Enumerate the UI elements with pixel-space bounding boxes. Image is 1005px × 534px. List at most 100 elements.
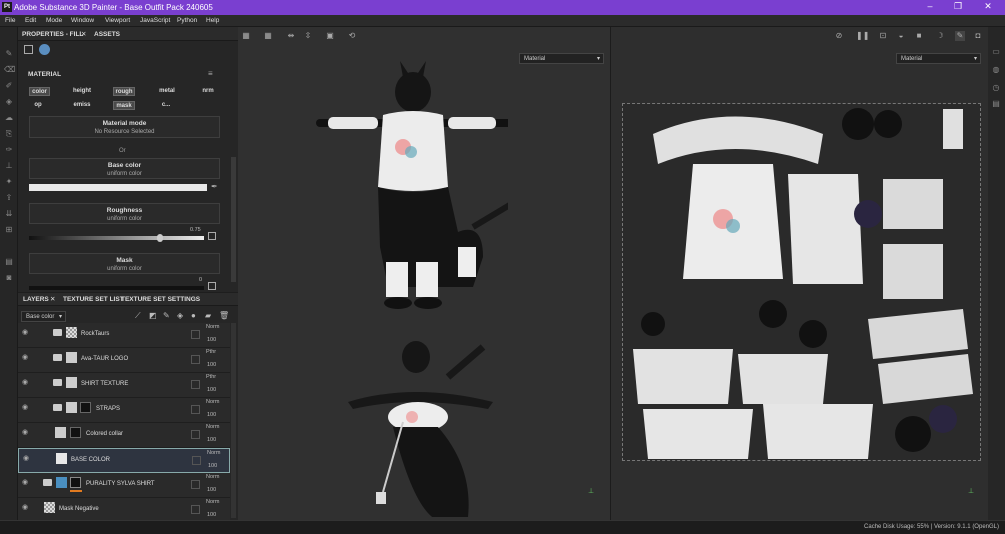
viewport-3d-mode-select[interactable]: Material (519, 53, 604, 64)
layer-mask-slot[interactable] (191, 505, 200, 514)
tab-texture-set-list[interactable]: TEXTURE SET LIST (63, 296, 124, 303)
visibility-eye-icon[interactable]: ◉ (22, 429, 31, 436)
material-icon[interactable]: ⊞ (4, 225, 14, 235)
layer-blend-mode[interactable]: Pthr (206, 349, 216, 355)
grid-icon[interactable]: ▦ (241, 31, 251, 41)
layer-mask-slot[interactable] (191, 380, 200, 389)
layers-scrollbar[interactable] (231, 323, 236, 518)
light-icon[interactable]: ☽ (935, 31, 945, 41)
mask-box[interactable]: Mask uniform color (29, 253, 220, 274)
geometry-fill-icon[interactable]: ◈ (4, 97, 14, 107)
texture-set-icon[interactable]: ▭ (991, 47, 1001, 57)
channel-emiss[interactable]: emiss (70, 101, 94, 110)
grid-menu-icon[interactable]: ▦ (263, 31, 273, 41)
channel-mask[interactable]: mask (113, 101, 135, 110)
mask-mode-icon[interactable] (208, 282, 216, 290)
channel-rough[interactable]: rough (113, 87, 135, 96)
close-button[interactable]: ✕ (978, 1, 998, 12)
menu-viewport[interactable]: Viewport (105, 17, 130, 24)
layer-opacity[interactable]: 100 (207, 437, 216, 443)
history-icon[interactable]: ⟲ (347, 31, 357, 41)
paint-mode-icon[interactable]: ✎ (955, 31, 965, 41)
close-tab-icon[interactable]: ✕ (81, 30, 86, 38)
layer-blend-mode[interactable]: Norm (206, 499, 219, 505)
material-sphere-icon[interactable] (39, 44, 50, 55)
layer-opacity[interactable]: 100 (207, 387, 216, 393)
tab-assets[interactable]: ASSETS (94, 31, 120, 38)
viewport-2d[interactable]: Material ⊥ (610, 27, 988, 520)
layer-row-straps[interactable]: ◉ STRAPS Norm 100 (18, 398, 230, 423)
bake-icon[interactable]: ⇊ (4, 209, 14, 219)
tab-layers[interactable]: LAYERS (23, 296, 49, 303)
visibility-eye-icon[interactable]: ◉ (22, 504, 31, 511)
layer-row-purality-sylva-shirt[interactable]: ◉ PURALITY SYLVA SHIRT Norm 100 (18, 473, 230, 498)
properties-scrollbar[interactable] (231, 157, 236, 282)
camera-icon[interactable]: ■ (914, 31, 924, 41)
layer-row-rocktaurs[interactable]: ◉ RockTaurs Norm 100 (18, 323, 230, 348)
layer-blend-mode[interactable]: Norm (206, 399, 219, 405)
color-picker-icon[interactable]: ✒ (211, 182, 218, 191)
add-paint-layer-icon[interactable]: ✎ (163, 311, 170, 320)
properties-settings-icon[interactable] (24, 45, 33, 54)
roughness-box[interactable]: Roughness uniform color (29, 203, 220, 224)
projection-icon[interactable]: ✐ (4, 81, 14, 91)
roughness-slider[interactable] (29, 234, 204, 242)
screenshot-camera-icon[interactable]: ◘ (973, 31, 983, 41)
layer-row-mask-negative[interactable]: ◉ Mask Negative Norm 100 (18, 498, 230, 520)
visibility-eye-icon[interactable]: ◉ (22, 479, 31, 486)
export-icon[interactable]: ⇪ (4, 193, 14, 203)
visibility-eye-icon[interactable]: ◉ (23, 455, 32, 462)
viewport-3d[interactable]: Material ⊥ (238, 27, 610, 520)
layer-mask-slot[interactable] (192, 456, 201, 465)
shelf-icon[interactable]: ◍ (991, 65, 1001, 75)
material-mode-box[interactable]: Material mode No Resource Selected (29, 116, 220, 138)
menu-mode[interactable]: Mode (46, 17, 62, 24)
layer-blend-mode[interactable]: Norm (207, 450, 220, 456)
visibility-eye-icon[interactable]: ◉ (22, 404, 31, 411)
menu-help[interactable]: Help (206, 17, 219, 24)
material-menu-icon[interactable]: ≡ (208, 69, 213, 78)
stamp-icon[interactable]: ⊥ (4, 161, 14, 171)
eraser-icon[interactable]: ⌫ (4, 65, 15, 75)
channel-select[interactable]: Base color (21, 311, 66, 322)
delete-layer-icon[interactable]: 🗑 (219, 311, 229, 320)
layer-opacity[interactable]: 100 (207, 512, 216, 518)
layer-mask-slot[interactable] (191, 405, 200, 414)
history-panel-icon[interactable]: ◷ (991, 83, 1001, 93)
layout-icon[interactable]: ⊡ (878, 31, 888, 41)
channel-more[interactable]: c... (156, 101, 176, 110)
layer-mask-slot[interactable] (191, 430, 200, 439)
display-settings-icon[interactable]: ⊘ (834, 31, 844, 41)
menu-javascript[interactable]: JavaScript (140, 17, 170, 24)
channel-metal[interactable]: metal (156, 87, 178, 96)
viewport-2d-mode-select[interactable]: Material (896, 53, 981, 64)
layer-row-shirt-texture[interactable]: ◉ SHIRT TEXTURE Pthr 100 (18, 373, 230, 398)
frame-icon[interactable]: ▣ (325, 31, 335, 41)
roughness-slider-handle[interactable] (157, 234, 164, 242)
layer-mask-slot[interactable] (191, 480, 200, 489)
brush-effect-icon[interactable]: ⟋ (135, 311, 141, 321)
visibility-eye-icon[interactable]: ◉ (22, 379, 31, 386)
layer-row-ava-taur-logo[interactable]: ◉ Ava-TAUR LOGO Pthr 100 (18, 348, 230, 373)
layer-opacity[interactable]: 100 (207, 362, 216, 368)
picker-icon[interactable]: ✑ (4, 145, 14, 155)
close-layers-icon[interactable]: ✕ (50, 295, 55, 303)
add-effect-icon[interactable]: ● (191, 311, 196, 320)
layer-opacity[interactable]: 100 (207, 487, 216, 493)
layer-blend-mode[interactable]: Pthr (206, 374, 216, 380)
add-folder-icon[interactable]: ▰ (205, 311, 211, 320)
layer-mask-slot[interactable] (191, 330, 200, 339)
paint-brush-icon[interactable]: ✎ (4, 49, 14, 59)
layer-row-colored-collar[interactable]: ◉ Colored collar Norm 100 (18, 423, 230, 448)
add-mask-icon[interactable]: ◩ (149, 311, 157, 320)
layer-blend-mode[interactable]: Norm (206, 324, 219, 330)
log-icon[interactable]: ▤ (991, 99, 1001, 109)
shading-icon[interactable]: ◒ (896, 31, 906, 41)
smudge-icon[interactable]: ☁ (4, 113, 14, 123)
menu-edit[interactable]: Edit (25, 17, 36, 24)
channel-height[interactable]: height (70, 87, 94, 96)
document-icon[interactable]: ▤ (4, 257, 14, 267)
layer-mask-slot[interactable] (191, 355, 200, 364)
tab-texture-set-settings[interactable]: TEXTURE SET SETTINGS (121, 296, 200, 303)
roughness-mode-icon[interactable] (208, 232, 216, 240)
